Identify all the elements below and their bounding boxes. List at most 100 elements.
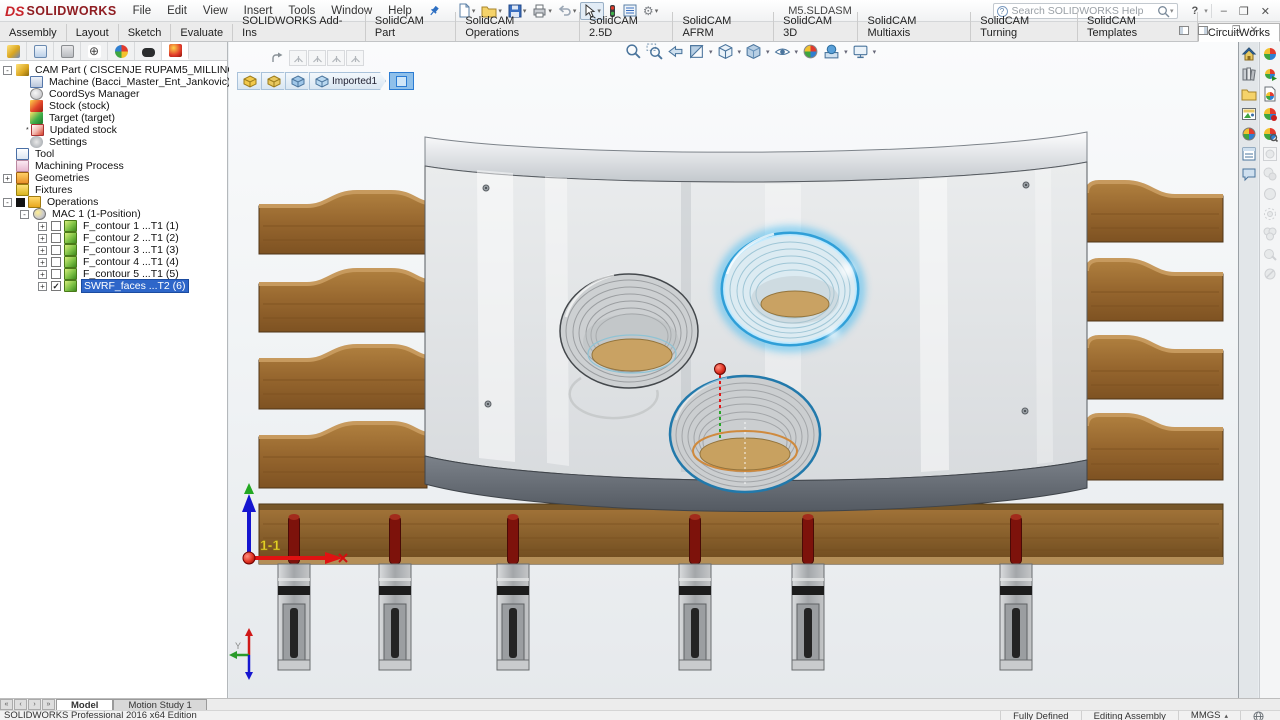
tab-solidcam-25d[interactable]: SolidCAM 2.5D [580, 12, 673, 41]
design-library-icon[interactable] [1241, 66, 1257, 82]
solidcam-manager-tab[interactable] [162, 42, 189, 60]
tree-item-geometries[interactable]: + Geometries [0, 172, 227, 184]
expander-icon[interactable]: - [3, 198, 12, 207]
dimxpert-manager-tab[interactable]: ⊕ [81, 42, 108, 60]
close-button[interactable]: ✕ [1255, 5, 1276, 18]
restore-button[interactable]: ❐ [1233, 5, 1255, 18]
display-manager-tab[interactable] [108, 42, 135, 60]
tab-scroll-first-button[interactable]: « [0, 699, 13, 710]
tree-item-stock[interactable]: Stock (stock) [0, 100, 227, 112]
solidcam-new-cam-part-icon[interactable] [1262, 46, 1278, 62]
doc-close-icon[interactable]: ✕ [1250, 25, 1258, 36]
minimize-button[interactable]: – [1215, 5, 1233, 17]
circuitworks-panel-tab[interactable] [135, 42, 162, 60]
solidcam-save-cam-part-icon[interactable] [1262, 86, 1278, 102]
expander-icon[interactable]: - [3, 66, 12, 75]
view-orientation-icon[interactable] [717, 43, 734, 60]
operation-checkbox[interactable] [51, 257, 61, 267]
display-style-icon[interactable] [745, 43, 762, 60]
view-settings-icon[interactable] [852, 43, 869, 60]
solidcam-disabled-tool-icon[interactable] [1262, 246, 1278, 262]
wood-base-beam[interactable] [259, 504, 1223, 564]
menu-file[interactable]: File [125, 3, 160, 19]
breadcrumb-selected-face[interactable] [389, 72, 414, 90]
3d-viewport-scene[interactable]: 1-1 Y [229, 42, 1238, 698]
coordsys-button-disabled[interactable] [308, 50, 326, 66]
tree-item-target[interactable]: Target (target) [0, 112, 227, 124]
view-palette-icon[interactable] [1241, 106, 1257, 122]
tree-item-coordsys[interactable]: CoordSys Manager [0, 88, 227, 100]
configuration-manager-tab[interactable] [54, 42, 81, 60]
tree-item-f-contour-3[interactable]: + F_contour 3 ...T1 (3) [0, 244, 227, 256]
motion-study-tab[interactable]: Motion Study 1 [113, 699, 206, 710]
operation-checkbox[interactable] [51, 221, 61, 231]
previous-view-icon[interactable] [667, 43, 684, 60]
solidcam-disabled-tool-icon[interactable] [1262, 206, 1278, 222]
tab-solidcam-3d[interactable]: SolidCAM 3D [774, 12, 858, 41]
coordsys-button-disabled[interactable] [289, 50, 307, 66]
3dexperience-globe-icon[interactable] [1240, 711, 1276, 720]
file-explorer-icon[interactable] [1241, 86, 1257, 102]
tree-item-machine[interactable]: Machine (Bacci_Master_Ent_Jankovic) [0, 76, 227, 88]
tab-assembly[interactable]: Assembly [0, 24, 67, 41]
doc-minimize-icon[interactable]: – [1217, 25, 1223, 36]
expander-icon[interactable]: + [3, 174, 12, 183]
pocket-toolpath-2-selected[interactable] [720, 231, 860, 347]
solidcam-disabled-tool-icon[interactable] [1262, 186, 1278, 202]
solidcam-simulate-icon[interactable] [1262, 126, 1278, 142]
solidworks-resources-home-icon[interactable] [1241, 46, 1257, 62]
tab-scroll-prev-button[interactable]: ‹ [14, 699, 27, 710]
tab-evaluate[interactable]: Evaluate [171, 24, 233, 41]
tab-sketch[interactable]: Sketch [119, 24, 172, 41]
solidworks-forum-icon[interactable] [1241, 166, 1257, 182]
zoom-to-area-icon[interactable] [646, 43, 663, 60]
expander-icon[interactable]: - [20, 210, 29, 219]
expander-icon[interactable]: + [38, 258, 47, 267]
expander-icon[interactable]: + [38, 222, 47, 231]
tree-item-swrf-faces[interactable]: + SWRF_faces ...T2 (6) [0, 280, 227, 292]
pane-left-icon[interactable] [1179, 26, 1189, 35]
tab-scroll-next-button[interactable]: › [28, 699, 41, 710]
coordsys-button-disabled[interactable] [346, 50, 364, 66]
wood-slats-left[interactable] [259, 192, 427, 488]
solidcam-disabled-tool-icon[interactable] [1262, 166, 1278, 182]
doc-restore-icon[interactable]: ❐ [1232, 25, 1241, 36]
tab-scroll-last-button[interactable]: » [42, 699, 55, 710]
help-caret[interactable]: ▾ [1204, 7, 1208, 15]
tab-solidcam-turning[interactable]: SolidCAM Turning [971, 12, 1078, 41]
expander-icon[interactable]: + [38, 270, 47, 279]
operation-checkbox[interactable] [51, 281, 61, 291]
tree-item-mac1[interactable]: - MAC 1 (1-Position) [0, 208, 227, 220]
menu-view[interactable]: View [195, 3, 236, 19]
operation-checkbox[interactable] [51, 245, 61, 255]
menu-edit[interactable]: Edit [159, 3, 195, 19]
tab-solidcam-part[interactable]: SolidCAM Part [366, 12, 456, 41]
breadcrumb-imported-feature[interactable]: Imported1 [309, 72, 386, 90]
solidcam-disabled-tool-icon[interactable] [1262, 226, 1278, 242]
tree-item-settings[interactable]: Settings [0, 136, 227, 148]
expander-icon[interactable]: + [38, 282, 47, 291]
tab-solidcam-multiaxis[interactable]: SolidCAM Multiaxis [858, 12, 971, 41]
model-tab[interactable]: Model [56, 699, 113, 710]
tab-solidworks-addins[interactable]: SOLIDWORKS Add-Ins [233, 12, 366, 41]
apply-scene-icon[interactable] [823, 43, 840, 60]
solidcam-disabled-tool-icon[interactable] [1262, 266, 1278, 282]
units-selector[interactable]: MMGS▴ [1178, 710, 1240, 720]
tree-item-tool[interactable]: Tool [0, 148, 227, 160]
property-manager-tab[interactable] [27, 42, 54, 60]
operation-checkbox[interactable] [51, 233, 61, 243]
tree-item-f-contour-2[interactable]: + F_contour 2 ...T1 (2) [0, 232, 227, 244]
expander-icon[interactable]: + [38, 234, 47, 243]
pane-right-icon[interactable] [1198, 26, 1208, 35]
appearances-scenes-icon[interactable] [1241, 126, 1257, 142]
tree-item-fixtures[interactable]: Fixtures [0, 184, 227, 196]
section-view-icon[interactable] [688, 43, 705, 60]
solidcam-calculate-icon[interactable] [1262, 106, 1278, 122]
tree-item-cam-part[interactable]: - CAM Part ( CISCENJE RUPAM5_MILLING_1) [0, 64, 227, 76]
tab-layout[interactable]: Layout [67, 24, 119, 41]
custom-properties-icon[interactable] [1241, 146, 1257, 162]
wood-slats-right[interactable] [1087, 182, 1223, 480]
tab-solidcam-afrm[interactable]: SolidCAM AFRM [673, 12, 774, 41]
tab-solidcam-operations[interactable]: SolidCAM Operations [456, 12, 580, 41]
solidcam-disabled-tool-icon[interactable] [1262, 146, 1278, 162]
